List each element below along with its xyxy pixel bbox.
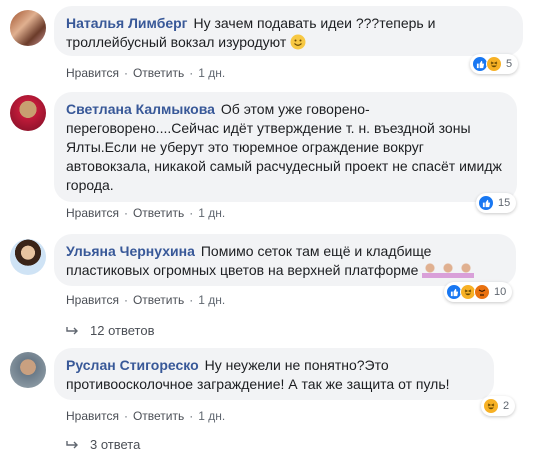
comment-author[interactable]: Наталья Лимберг [66,15,188,31]
reaction-count: 5 [506,58,513,70]
comment-bubble: Наталья Лимберг Ну зачем подавать идеи ??… [54,6,523,56]
like-link[interactable]: Нравится [66,206,119,220]
comment-author[interactable]: Ульяна Чернухина [66,243,195,259]
like-link[interactable]: Нравится [66,409,119,423]
reaction-summary[interactable]: 15 [476,193,517,213]
reply-link[interactable]: Ответить [133,293,184,307]
angry-reaction-icon [474,284,490,300]
comment-author[interactable]: Руслан Стигореско [66,357,199,373]
reaction-summary[interactable]: 2 [481,396,516,416]
timestamp[interactable]: 1 дн. [198,409,225,423]
like-reaction-icon [478,195,494,211]
comment-author[interactable]: Светлана Калмыкова [66,101,215,117]
timestamp[interactable]: 1 дн. [198,206,225,220]
avatar[interactable] [10,352,46,388]
reaction-count: 15 [498,197,511,209]
timestamp[interactable]: 1 дн. [198,66,225,80]
replies-count[interactable]: 12 ответов [90,323,154,338]
like-link[interactable]: Нравится [66,66,119,80]
comment-bubble: Светлана Калмыкова Об этом уже говорено-п… [54,92,517,202]
avatar[interactable] [10,239,46,275]
reply-arrow-icon [66,440,78,448]
reaction-summary[interactable]: 10 [444,282,513,302]
timestamp[interactable]: 1 дн. [198,293,225,307]
reply-arrow-icon [66,326,78,334]
reaction-summary[interactable]: 5 [470,54,519,74]
haha-reaction-icon [486,56,502,72]
haha-reaction-icon [483,398,499,414]
like-link[interactable]: Нравится [66,293,119,307]
avatar[interactable] [10,10,46,46]
avatar[interactable] [10,95,46,131]
comment-bubble: Руслан Стигореско Ну неужели не понятно?Э… [54,348,494,400]
smile-emoji-icon [290,34,306,50]
woman-shrugging-emoji-icon [422,262,475,278]
comment-actions: Нравится · Ответить · 1 дн. [66,66,226,80]
view-replies-link[interactable]: 12 ответов [66,323,154,338]
comment-bubble: Ульяна Чернухина Помимо сеток там ещё и к… [54,234,516,286]
comment-actions: Нравится · Ответить · 1 дн. [66,409,226,423]
reply-link[interactable]: Ответить [133,409,184,423]
reply-link[interactable]: Ответить [133,206,184,220]
reaction-count: 10 [494,286,507,298]
reaction-count: 2 [503,400,510,412]
replies-count[interactable]: 3 ответа [90,437,140,452]
comment-actions: Нравится · Ответить · 1 дн. [66,293,226,307]
reply-link[interactable]: Ответить [133,66,184,80]
view-replies-link[interactable]: 3 ответа [66,437,140,452]
comment-actions: Нравится · Ответить · 1 дн. [66,206,226,220]
